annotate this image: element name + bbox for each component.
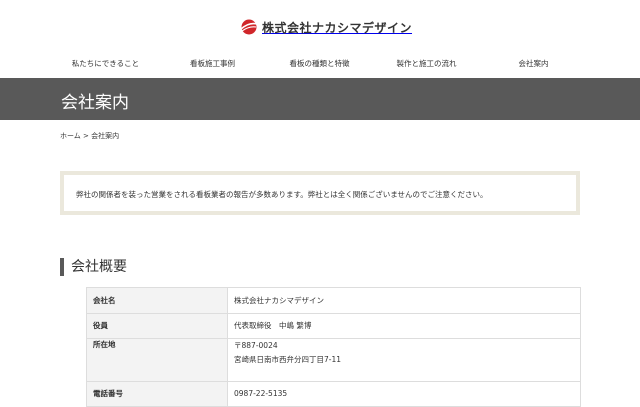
row-label-officers: 役員 <box>86 313 228 339</box>
row-label-phone: 電話番号 <box>86 381 228 407</box>
breadcrumb-home-link[interactable]: ホーム <box>60 132 81 140</box>
nav-item-process[interactable]: 製作と施工の流れ <box>373 57 480 71</box>
nav-item-services[interactable]: 私たちにできること <box>52 57 159 71</box>
row-value-company-name: 株式会社ナカシマデザイン <box>227 287 581 314</box>
row-value-officers: 代表取締役 中嶋 繁博 <box>227 313 581 339</box>
logo-text: 株式会社ナカシマデザイン <box>262 20 413 35</box>
company-info-table: 会社名 株式会社ナカシマデザイン 役員 代表取締役 中嶋 繁博 所在地 〒887… <box>86 287 581 407</box>
address-street: 宮崎県日南市西弁分四丁目7-11 <box>234 355 342 364</box>
site-logo[interactable]: 株式会社ナカシマデザイン <box>240 18 412 36</box>
breadcrumb-current: 会社案内 <box>91 132 120 140</box>
row-value-phone: 0987-22-5135 <box>227 381 581 407</box>
table-row: 会社名 株式会社ナカシマデザイン <box>86 287 581 314</box>
nav-item-works[interactable]: 看板施工事例 <box>159 57 266 71</box>
section-heading: 会社概要 <box>60 258 127 276</box>
page-title: 会社案内 <box>61 93 129 113</box>
notice-box: 弊社の関係者を装った営業をされる看板業者の報告が多数あります。弊社とは全く関係ご… <box>60 171 580 215</box>
row-label-company-name: 会社名 <box>86 287 228 314</box>
table-row: 所在地 〒887-0024 宮崎県日南市西弁分四丁目7-11 <box>86 338 581 382</box>
page-title-band: 会社案内 <box>0 78 640 120</box>
breadcrumb-separator: > <box>83 132 89 140</box>
address-postal-code: 〒887-0024 <box>234 341 278 350</box>
table-row: 役員 代表取締役 中嶋 繁博 <box>86 313 581 339</box>
table-row: 電話番号 0987-22-5135 <box>86 381 581 407</box>
nav-item-sign-types[interactable]: 看板の種類と特徴 <box>266 57 373 71</box>
global-nav: 私たちにできること 看板施工事例 看板の種類と特徴 製作と施工の流れ 会社案内 <box>52 57 587 71</box>
nav-item-company[interactable]: 会社案内 <box>480 57 587 71</box>
site-header: 株式会社ナカシマデザイン 私たちにできること 看板施工事例 看板の種類と特徴 製… <box>0 0 640 78</box>
row-value-address: 〒887-0024 宮崎県日南市西弁分四丁目7-11 <box>227 338 581 382</box>
breadcrumb: ホーム > 会社案内 <box>60 131 119 141</box>
notice-text: 弊社の関係者を装った営業をされる看板業者の報告が多数あります。弊社とは全く関係ご… <box>76 190 488 199</box>
row-label-address: 所在地 <box>86 338 228 382</box>
logo-mark-icon <box>240 18 258 36</box>
